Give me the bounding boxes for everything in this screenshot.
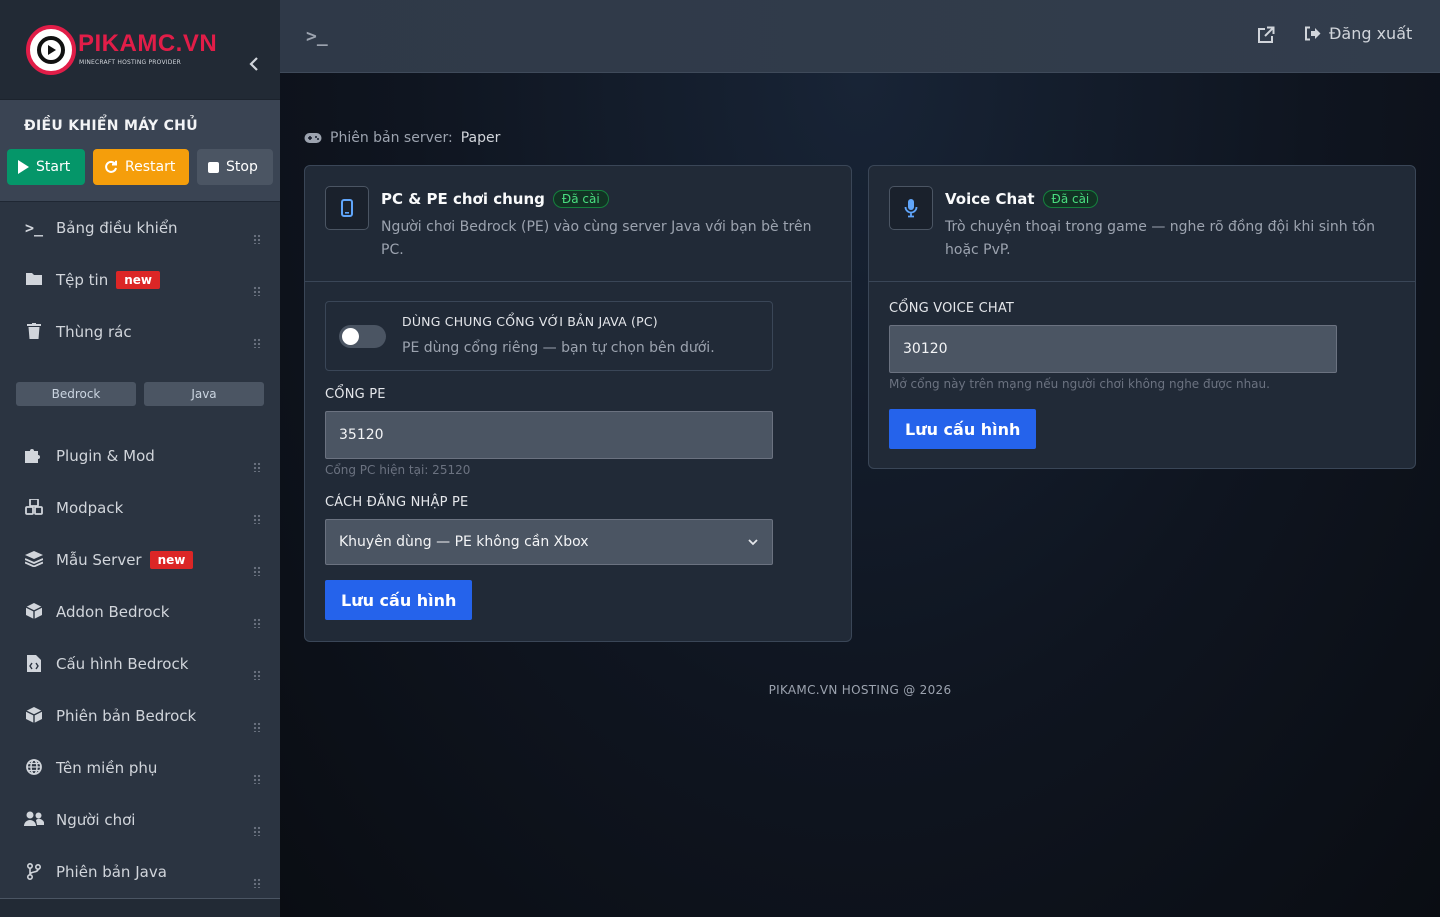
cube-icon <box>24 603 44 621</box>
microphone-icon <box>889 186 933 230</box>
terminal-icon: >_ <box>24 219 44 237</box>
brand-name: PIKAMC.VN <box>78 30 218 57</box>
status-badge: Đã cài <box>552 190 609 208</box>
logout-icon <box>1305 26 1321 41</box>
phone-icon <box>325 186 369 230</box>
voice-chat-card: Voice Chat Đã cài Trò chuyện thoại trong… <box>868 165 1416 469</box>
voice-description: Trò chuyện thoại trong game — nghe rõ đồ… <box>945 219 1376 258</box>
pe-login-label: CÁCH ĐĂNG NHẬP PE <box>325 495 469 510</box>
sidebar-item-dashboard[interactable]: >_ Bảng điều khiển <box>0 202 280 254</box>
trash-icon <box>24 323 44 341</box>
sidebar-item-files[interactable]: Tệp tin new <box>0 254 280 306</box>
file-code-icon <box>24 655 44 673</box>
chevron-left-icon <box>249 57 258 71</box>
pe-port-hint: Cổng PC hiện tại: 25120 <box>325 463 471 477</box>
puzzle-icon <box>24 447 44 465</box>
sidebar-item-subdomain[interactable]: Tên miền phụ <box>0 742 280 794</box>
collapse-sidebar-button[interactable] <box>244 56 264 78</box>
tab-bedrock[interactable]: Bedrock <box>16 382 136 406</box>
server-version: Phiên bản server: Paper <box>304 130 500 146</box>
status-badge: Đã cài <box>1042 190 1099 208</box>
external-link-icon[interactable] <box>1257 26 1275 44</box>
refresh-icon <box>105 160 117 173</box>
tab-java[interactable]: Java <box>144 382 264 406</box>
restart-button[interactable]: Restart <box>93 149 189 185</box>
gamepad-icon <box>304 133 322 143</box>
sidebar-item-bedrock-config[interactable]: Cấu hình Bedrock <box>0 638 280 690</box>
server-control-title: ĐIỀU KHIỂN MÁY CHỦ <box>24 118 198 134</box>
sidebar-item-modpack[interactable]: Modpack <box>0 482 280 534</box>
users-icon <box>24 811 45 829</box>
pcpe-card: PC & PE chơi chung Đã cài Người chơi Bed… <box>304 165 852 642</box>
pe-port-input[interactable]: 35120 <box>325 411 773 459</box>
pe-port-label: CỔNG PE <box>325 387 386 402</box>
drag-handle-icon[interactable] <box>253 670 261 680</box>
stop-icon <box>208 161 219 173</box>
pcpe-card-header: PC & PE chơi chung Đã cài Người chơi Bed… <box>305 166 851 282</box>
logo-area: PIKAMC.VN MINECRAFT HOSTING PROVIDER <box>0 0 280 100</box>
brand-logo-icon <box>26 25 76 75</box>
brand-tagline: MINECRAFT HOSTING PROVIDER <box>79 59 181 66</box>
pcpe-description: Người chơi Bedrock (PE) vào cùng server … <box>381 219 812 258</box>
chevron-down-icon <box>748 539 758 546</box>
drag-handle-icon[interactable] <box>253 234 261 244</box>
stop-button[interactable]: Stop <box>197 149 273 185</box>
drag-handle-icon[interactable] <box>253 826 261 836</box>
topbar: >_ Đăng xuất <box>280 0 1440 73</box>
main-content: Phiên bản server: Paper PC & PE chơi chu… <box>280 73 1440 917</box>
sidebar: PIKAMC.VN MINECRAFT HOSTING PROVIDER ĐIỀ… <box>0 0 280 917</box>
sidebar-item-server-template[interactable]: Mẫu Server new <box>0 534 280 586</box>
pcpe-title: PC & PE chơi chung <box>381 190 545 208</box>
drag-handle-icon[interactable] <box>253 566 261 576</box>
drag-handle-icon[interactable] <box>253 514 261 524</box>
share-port-toggle[interactable] <box>339 325 386 348</box>
sidebar-item-trash[interactable]: Thùng rác <box>0 306 280 358</box>
start-button[interactable]: Start <box>7 149 85 185</box>
branch-icon <box>24 862 44 881</box>
new-badge: new <box>149 551 194 569</box>
footer-copyright: PIKAMC.VN HOSTING @ 2026 <box>768 683 952 697</box>
drag-handle-icon[interactable] <box>253 618 261 628</box>
voice-save-button[interactable]: Lưu cấu hình <box>889 409 1037 449</box>
sidebar-item-addon-bedrock[interactable]: Addon Bedrock <box>0 586 280 638</box>
sidebar-item-plugin-mod[interactable]: Plugin & Mod <box>0 430 280 482</box>
layers-icon <box>24 551 44 569</box>
pe-login-select[interactable]: Khuyên dùng — PE không cần Xbox <box>325 519 773 565</box>
drag-handle-icon[interactable] <box>253 462 261 472</box>
play-icon <box>18 160 29 174</box>
drag-handle-icon[interactable] <box>253 722 261 732</box>
folder-icon <box>24 271 44 289</box>
share-port-title: DÙNG CHUNG CỔNG VỚI BẢN JAVA (PC) <box>402 314 658 329</box>
share-port-desc: PE dùng cổng riêng — bạn tự chọn bên dướ… <box>402 340 715 356</box>
voice-card-header: Voice Chat Đã cài Trò chuyện thoại trong… <box>869 166 1415 282</box>
drag-handle-icon[interactable] <box>253 338 261 348</box>
pcpe-save-button[interactable]: Lưu cấu hình <box>325 580 473 620</box>
voice-port-input[interactable]: 30120 <box>889 325 1337 373</box>
drag-handle-icon[interactable] <box>253 878 261 888</box>
share-port-option: DÙNG CHUNG CỔNG VỚI BẢN JAVA (PC) PE dùn… <box>325 301 773 371</box>
new-badge: new <box>116 271 161 289</box>
voice-port-label: CỔNG VOICE CHAT <box>889 301 1015 316</box>
voice-port-hint: Mở cổng này trên mạng nếu người chơi khô… <box>889 377 1270 391</box>
logout-button[interactable]: Đăng xuất <box>1304 24 1412 43</box>
sidebar-item-java-version[interactable]: Phiên bản Java <box>0 846 280 898</box>
cube-icon <box>24 707 44 725</box>
sidebar-footer <box>0 898 280 917</box>
voice-title: Voice Chat <box>945 190 1035 208</box>
sidebar-item-bedrock-version[interactable]: Phiên bản Bedrock <box>0 690 280 742</box>
drag-handle-icon[interactable] <box>253 774 261 784</box>
terminal-icon[interactable]: >_ <box>306 26 328 47</box>
cubes-icon <box>24 498 44 517</box>
drag-handle-icon[interactable] <box>253 286 261 296</box>
sidebar-item-players[interactable]: Người chơi <box>0 794 280 846</box>
globe-icon <box>24 759 44 777</box>
